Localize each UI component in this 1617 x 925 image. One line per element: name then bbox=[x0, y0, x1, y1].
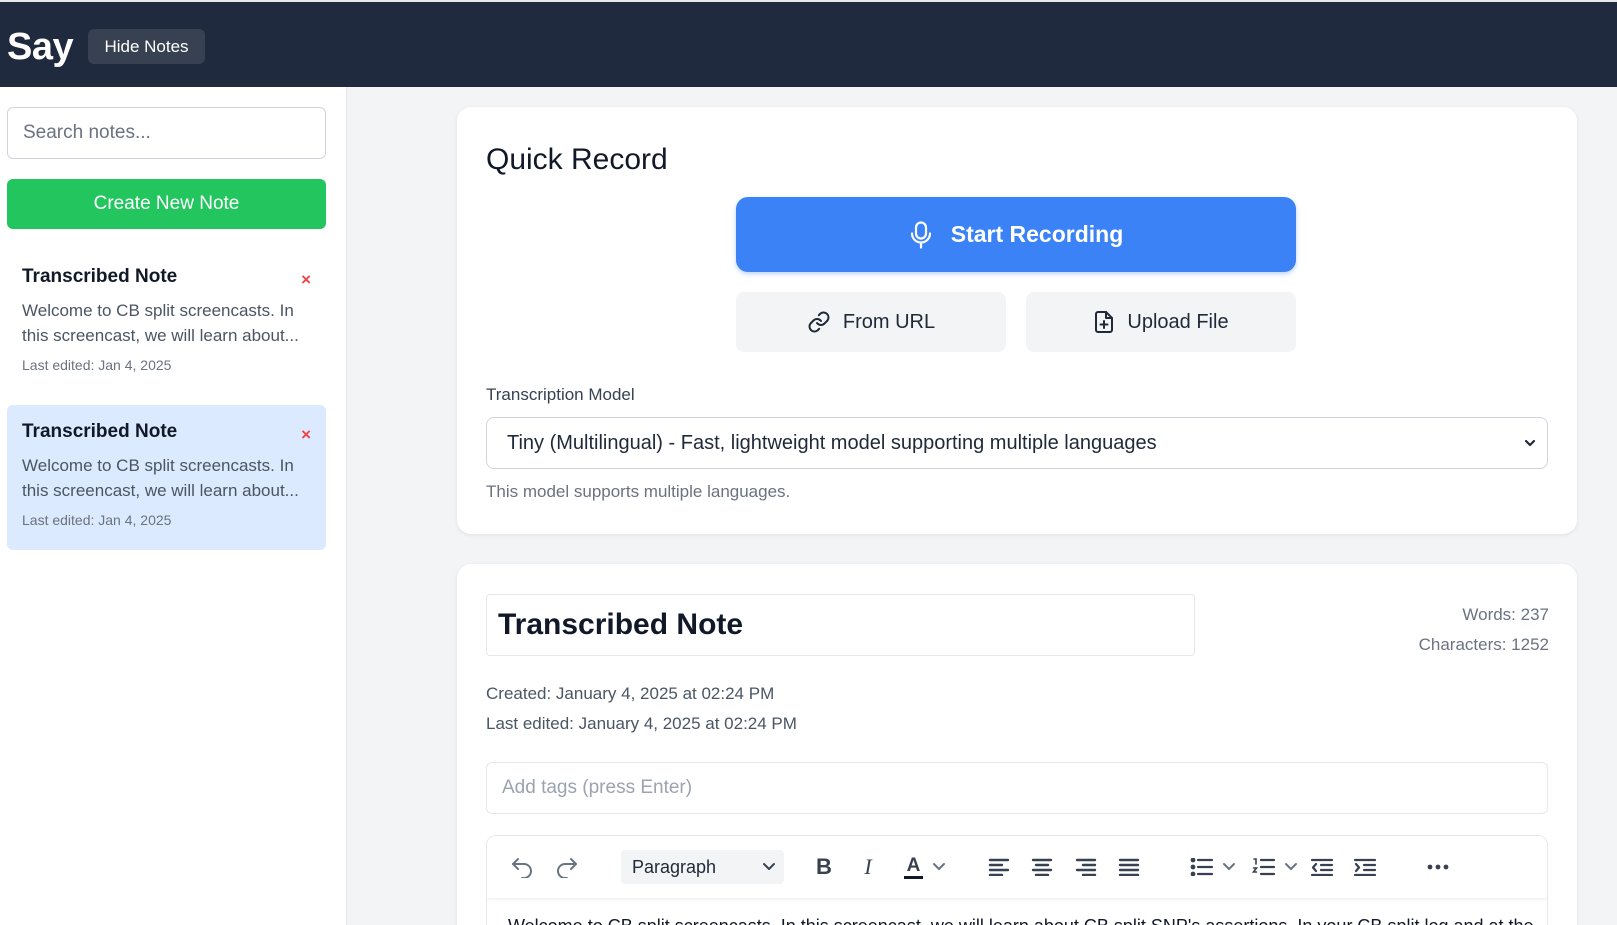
align-center-icon bbox=[1031, 858, 1053, 876]
align-left-icon bbox=[988, 858, 1010, 876]
note-item-title: Transcribed Note bbox=[22, 266, 178, 287]
start-recording-button[interactable]: Start Recording bbox=[736, 197, 1296, 272]
align-justify-icon bbox=[1118, 858, 1140, 876]
microphone-icon bbox=[910, 220, 931, 249]
bullet-list-button[interactable] bbox=[1187, 850, 1239, 884]
redo-icon bbox=[557, 858, 577, 878]
upload-file-label: Upload File bbox=[1127, 310, 1229, 333]
link-icon bbox=[808, 311, 830, 333]
italic-button[interactable]: I bbox=[855, 850, 881, 884]
align-center-button[interactable] bbox=[1028, 850, 1056, 884]
chevron-down-icon bbox=[763, 863, 775, 870]
indent-button[interactable] bbox=[1351, 850, 1379, 884]
bullet-list-icon bbox=[1190, 858, 1214, 876]
hide-notes-button[interactable]: Hide Notes bbox=[88, 29, 205, 64]
outdent-icon bbox=[1310, 858, 1334, 876]
indent-icon bbox=[1353, 858, 1377, 876]
note-stats: Words: 237 Characters: 1252 bbox=[1419, 600, 1549, 660]
align-left-button[interactable] bbox=[985, 850, 1013, 884]
note-editor-card: Transcribed Note Words: 237 Characters: … bbox=[457, 564, 1577, 925]
note-list-item-active[interactable]: Transcribed Note × Welcome to CB split s… bbox=[7, 405, 326, 550]
chevron-down-icon bbox=[1524, 439, 1536, 447]
quick-record-title: Quick Record bbox=[486, 143, 668, 176]
note-title-input[interactable]: Transcribed Note bbox=[486, 594, 1195, 656]
tags-input[interactable]: Add tags (press Enter) bbox=[486, 762, 1548, 814]
transcription-model-label: Transcription Model bbox=[486, 385, 635, 404]
chevron-down-icon bbox=[1223, 863, 1235, 870]
file-plus-icon bbox=[1095, 311, 1114, 333]
rich-text-editor: Paragraph B I A bbox=[486, 835, 1548, 925]
delete-note-icon[interactable]: × bbox=[301, 270, 311, 290]
note-item-title: Transcribed Note bbox=[22, 421, 178, 442]
last-edited-date: Last edited: January 4, 2025 at 02:24 PM bbox=[486, 714, 797, 733]
text-color-icon: A bbox=[903, 855, 924, 879]
align-justify-button[interactable] bbox=[1115, 850, 1143, 884]
upload-file-button[interactable]: Upload File bbox=[1026, 292, 1296, 352]
search-notes-input[interactable]: Search notes... bbox=[7, 107, 326, 159]
block-format-value: Paragraph bbox=[632, 856, 717, 877]
app-brand: Say bbox=[7, 26, 74, 68]
model-help-text: This model supports multiple languages. bbox=[486, 482, 791, 501]
created-date: Created: January 4, 2025 at 02:24 PM bbox=[486, 684, 775, 703]
word-count: Words: 237 bbox=[1462, 605, 1549, 624]
note-item-preview: Welcome to CB split screencasts. In this… bbox=[22, 301, 299, 345]
delete-note-icon[interactable]: × bbox=[301, 425, 311, 445]
numbered-list-icon bbox=[1252, 858, 1276, 876]
align-right-button[interactable] bbox=[1072, 850, 1100, 884]
numbered-list-button[interactable] bbox=[1249, 850, 1301, 884]
character-count: Characters: 1252 bbox=[1418, 635, 1549, 654]
more-icon bbox=[1427, 864, 1449, 870]
start-recording-label: Start Recording bbox=[950, 221, 1124, 247]
note-item-date: Last edited: Jan 4, 2025 bbox=[22, 512, 172, 528]
note-item-preview: Welcome to CB split screencasts. In this… bbox=[22, 456, 299, 500]
more-options-button[interactable] bbox=[1423, 850, 1453, 884]
quick-record-card: Quick Record Start Recording From URL Up… bbox=[457, 107, 1577, 534]
create-new-note-button[interactable]: Create New Note bbox=[7, 179, 326, 229]
outdent-button[interactable] bbox=[1308, 850, 1336, 884]
chevron-down-icon bbox=[933, 863, 946, 870]
from-url-button[interactable]: From URL bbox=[736, 292, 1006, 352]
block-format-select[interactable]: Paragraph bbox=[621, 850, 784, 884]
model-selected-value: Tiny (Multilingual) - Fast, lightweight … bbox=[507, 431, 1157, 454]
italic-icon: I bbox=[864, 854, 872, 879]
bold-button[interactable]: B bbox=[811, 850, 837, 884]
from-url-label: From URL bbox=[842, 310, 936, 333]
note-list-item[interactable]: Transcribed Note × Welcome to CB split s… bbox=[7, 250, 326, 395]
note-item-date: Last edited: Jan 4, 2025 bbox=[22, 357, 172, 373]
undo-button[interactable] bbox=[507, 850, 537, 884]
text-color-button[interactable]: A bbox=[896, 850, 954, 884]
editor-toolbar: Paragraph B I A bbox=[487, 836, 1547, 898]
note-meta: Created: January 4, 2025 at 02:24 PM Las… bbox=[486, 679, 797, 739]
bold-icon: B bbox=[816, 854, 832, 879]
notes-sidebar: Search notes... Create New Note Transcri… bbox=[0, 87, 347, 925]
editor-content[interactable]: Welcome to CB split screencasts. In this… bbox=[508, 916, 1538, 925]
transcription-model-select[interactable]: Tiny (Multilingual) - Fast, lightweight … bbox=[486, 417, 1548, 469]
top-bar: Say Hide Notes bbox=[0, 0, 1617, 87]
undo-icon bbox=[512, 858, 532, 878]
redo-button[interactable] bbox=[552, 850, 582, 884]
chevron-down-icon bbox=[1285, 863, 1297, 870]
align-right-icon bbox=[1075, 858, 1097, 876]
